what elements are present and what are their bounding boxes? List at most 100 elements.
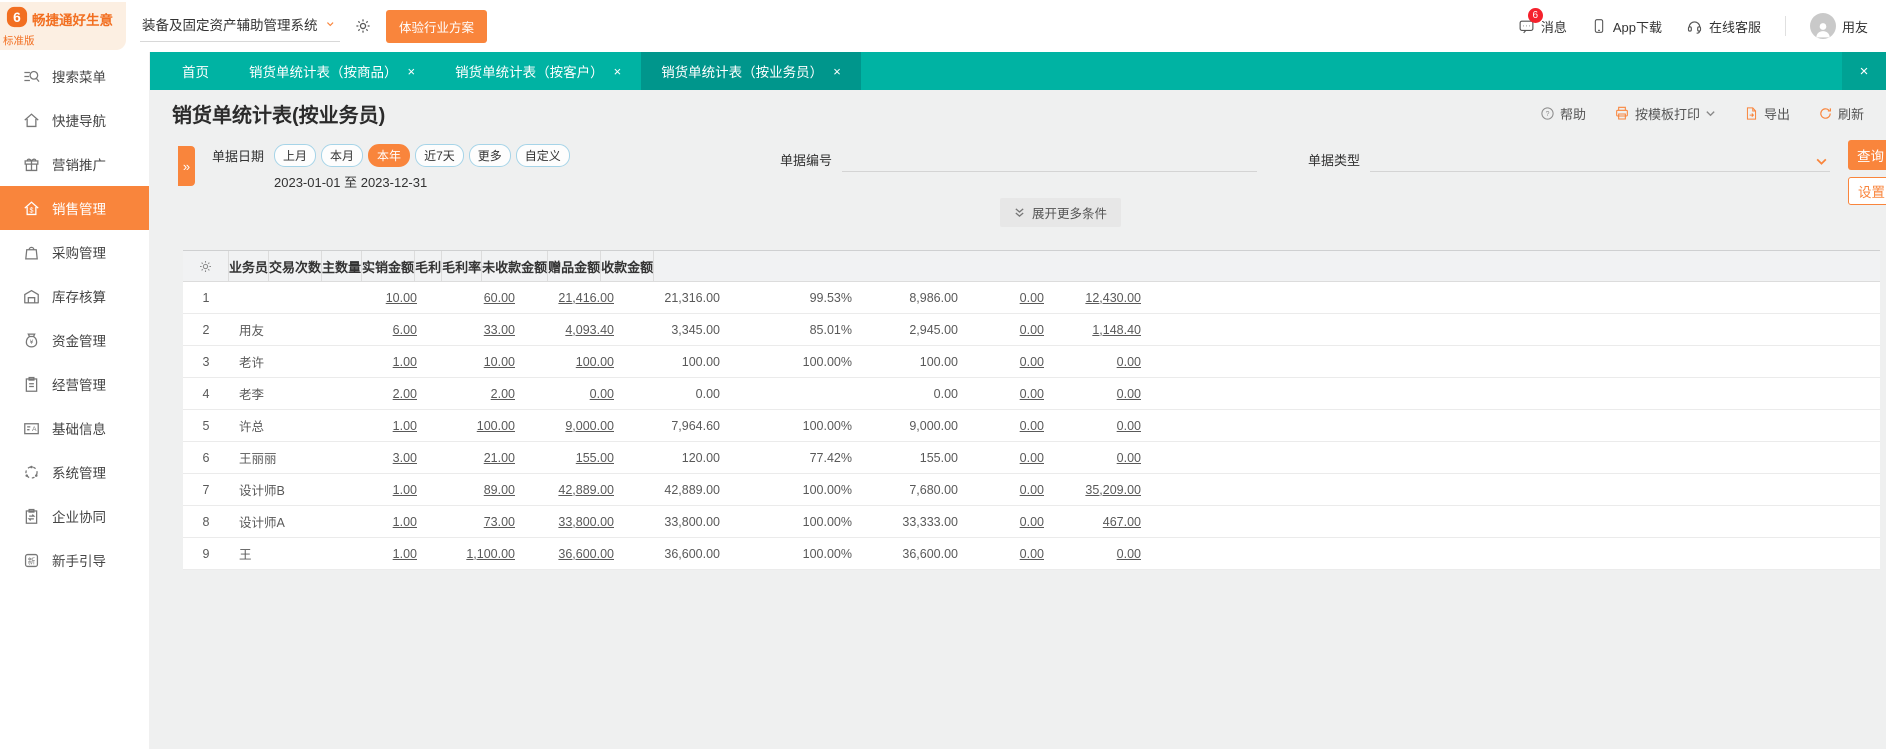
cell-sales-amount[interactable]: 9,000.00 — [529, 410, 628, 441]
cell-received-amount[interactable]: 0.00 — [1058, 346, 1155, 377]
trial-solution-button[interactable]: 体验行业方案 — [386, 9, 488, 43]
bill-no-input[interactable] — [842, 150, 1258, 172]
date-pill[interactable]: 自定义 — [515, 144, 570, 167]
cell-transaction-count[interactable]: 1.00 — [331, 410, 431, 441]
query-button[interactable]: 查询 — [1848, 140, 1886, 170]
cell-transaction-count[interactable]: 1.00 — [331, 506, 431, 537]
date-range-value[interactable]: 2023-01-01 至 2023-12-31 — [274, 172, 570, 191]
user-menu[interactable]: 用友 — [1809, 13, 1868, 39]
cell-sales-amount[interactable]: 42,889.00 — [529, 474, 628, 505]
cell-received-amount[interactable]: 35,209.00 — [1058, 474, 1155, 505]
cell-received-amount[interactable]: 0.00 — [1058, 410, 1155, 441]
help-button[interactable]: ? 帮助 — [1540, 104, 1586, 123]
column-settings-cell[interactable] — [183, 251, 229, 281]
cell-gift-amount[interactable]: 0.00 — [972, 538, 1058, 569]
print-by-template-button[interactable]: 按模板打印 — [1614, 104, 1716, 123]
cell-transaction-count[interactable]: 1.00 — [331, 474, 431, 505]
date-pill[interactable]: 本月 — [321, 144, 364, 167]
cell-received-amount[interactable]: 12,430.00 — [1058, 282, 1155, 313]
sidebar-item[interactable]: 基础信息 — [0, 406, 149, 450]
cell-transaction-count[interactable]: 1.00 — [331, 346, 431, 377]
sidebar-item[interactable]: 库存核算 — [0, 274, 149, 318]
column-header[interactable]: 赠品金额 — [548, 251, 602, 281]
close-all-tabs-button[interactable]: × — [1842, 52, 1886, 90]
sidebar-item[interactable]: 企业协同 — [0, 494, 149, 538]
tab[interactable]: 首页 × — [162, 52, 229, 90]
sidebar-item[interactable]: 销售管理 — [0, 186, 149, 230]
column-header[interactable]: 实销金额 — [362, 251, 416, 281]
bill-type-select[interactable] — [1370, 150, 1831, 172]
online-service-button[interactable]: 在线客服 — [1686, 17, 1761, 36]
column-header[interactable]: 主数量 — [322, 251, 363, 281]
cell-gift-amount[interactable]: 0.00 — [972, 506, 1058, 537]
export-button[interactable]: 导出 — [1744, 104, 1790, 123]
sidebar-item[interactable]: 营销推广 — [0, 142, 149, 186]
cell-transaction-count[interactable]: 1.00 — [331, 538, 431, 569]
date-pill[interactable]: 近7天 — [415, 144, 464, 167]
sidebar-item[interactable]: 采购管理 — [0, 230, 149, 274]
column-header[interactable]: 业务员 — [229, 251, 270, 281]
sidebar-item[interactable]: 搜索菜单 — [0, 54, 149, 98]
cell-sales-amount[interactable]: 100.00 — [529, 346, 628, 377]
column-header[interactable]: 毛利率 — [442, 251, 483, 281]
system-select[interactable]: 装备及固定资产辅助管理系统 — [140, 10, 340, 42]
cell-sales-amount[interactable]: 4,093.40 — [529, 314, 628, 345]
column-header[interactable]: 收款金额 — [601, 251, 655, 281]
cell-gift-amount[interactable]: 0.00 — [972, 442, 1058, 473]
cell-transaction-count[interactable]: 10.00 — [331, 282, 431, 313]
cell-gift-amount[interactable]: 0.00 — [972, 346, 1058, 377]
cell-received-amount[interactable]: 0.00 — [1058, 538, 1155, 569]
cell-sales-amount[interactable]: 155.00 — [529, 442, 628, 473]
tab[interactable]: 销货单统计表（按业务员） × — [641, 52, 861, 90]
cell-transaction-count[interactable]: 2.00 — [331, 378, 431, 409]
tab[interactable]: 销货单统计表（按客户） × — [435, 52, 641, 90]
messages-button[interactable]: 消息 6 — [1518, 7, 1567, 36]
settings-button[interactable]: 设置 — [1848, 177, 1886, 205]
date-pill[interactable]: 本年 — [368, 144, 411, 167]
cell-sales-amount[interactable]: 33,800.00 — [529, 506, 628, 537]
cell-sales-amount[interactable]: 21,416.00 — [529, 282, 628, 313]
sidebar-item[interactable]: 资金管理 — [0, 318, 149, 362]
column-header[interactable]: 毛利 — [415, 251, 443, 281]
cell-received-amount[interactable]: 467.00 — [1058, 506, 1155, 537]
cell-received-amount[interactable]: 1,148.40 — [1058, 314, 1155, 345]
close-icon[interactable]: × — [614, 65, 622, 78]
cell-sales-amount[interactable]: 0.00 — [529, 378, 628, 409]
cell-transaction-count[interactable]: 3.00 — [331, 442, 431, 473]
collapse-filter-expander[interactable]: » — [178, 146, 195, 186]
cell-gift-amount[interactable]: 0.00 — [972, 314, 1058, 345]
cell-main-quantity[interactable]: 1,100.00 — [431, 538, 529, 569]
cell-received-amount[interactable]: 0.00 — [1058, 378, 1155, 409]
gear-icon[interactable] — [354, 17, 372, 35]
date-pill[interactable]: 上月 — [274, 144, 317, 167]
cell-main-quantity[interactable]: 60.00 — [431, 282, 529, 313]
cell-main-quantity[interactable]: 89.00 — [431, 474, 529, 505]
cell-main-quantity[interactable]: 10.00 — [431, 346, 529, 377]
cell-transaction-count[interactable]: 6.00 — [331, 314, 431, 345]
cell-main-quantity[interactable]: 21.00 — [431, 442, 529, 473]
refresh-button[interactable]: 刷新 — [1818, 104, 1864, 123]
column-header[interactable]: 交易次数 — [269, 251, 323, 281]
cell-gift-amount[interactable]: 0.00 — [972, 410, 1058, 441]
cell-main-quantity[interactable]: 73.00 — [431, 506, 529, 537]
cell-main-quantity[interactable]: 2.00 — [431, 378, 529, 409]
tab[interactable]: 销货单统计表（按商品） × — [229, 52, 435, 90]
sidebar-item[interactable]: 系统管理 — [0, 450, 149, 494]
cell-gift-amount[interactable]: 0.00 — [972, 378, 1058, 409]
sidebar-item[interactable]: 新手引导 — [0, 538, 149, 582]
chevron-down-icon[interactable] — [1705, 108, 1716, 119]
sidebar-item[interactable]: 经营管理 — [0, 362, 149, 406]
cell-main-quantity[interactable]: 100.00 — [431, 410, 529, 441]
cell-gift-amount[interactable]: 0.00 — [972, 282, 1058, 313]
close-icon[interactable]: × — [408, 65, 416, 78]
date-pill[interactable]: 更多 — [468, 144, 511, 167]
app-download-button[interactable]: App下载 — [1591, 17, 1662, 36]
cell-sales-amount[interactable]: 36,600.00 — [529, 538, 628, 569]
close-icon[interactable]: × — [833, 65, 841, 78]
column-header[interactable]: 未收款金额 — [482, 251, 549, 281]
sidebar-item[interactable]: 快捷导航 — [0, 98, 149, 142]
cell-main-quantity[interactable]: 33.00 — [431, 314, 529, 345]
cell-gift-amount[interactable]: 0.00 — [972, 474, 1058, 505]
expand-more-conditions-button[interactable]: 展开更多条件 — [1000, 198, 1122, 227]
cell-received-amount[interactable]: 0.00 — [1058, 442, 1155, 473]
